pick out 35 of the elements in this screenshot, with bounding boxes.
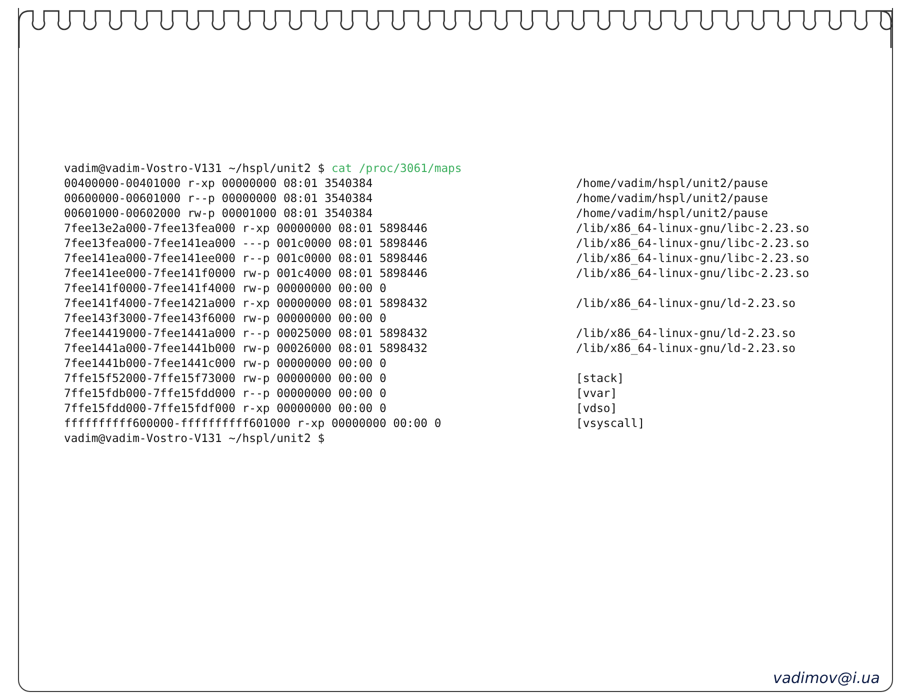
mapping-text: ffffffffff600000-ffffffffff601000 r-xp 00000000 00:00 0 [64, 416, 442, 431]
signature-text: vadimov@i.ua [772, 669, 880, 687]
path-text: /lib/x86_64-linux-gnu/ld-2.23.so [576, 341, 796, 356]
path-text: /home/vadim/hspl/unit2/pause [576, 191, 770, 206]
path-text: /lib/x86_64-linux-gnu/libc-2.23.so [576, 221, 810, 236]
prompt-text: vadim@vadim-Vostro-V131 ~/hspl/unit2 $ [64, 161, 325, 175]
path-text: [stack] [576, 371, 626, 386]
mapping-text: 7fee1441b000-7fee1441c000 rw-p 00000000 00:00 0 [64, 356, 388, 371]
mapping-text: 7fee143f3000-7fee143f6000 rw-p 00000000 00:00 0 [64, 311, 388, 326]
mapping-text: 7ffe15fdd000-7ffe15fdf000 r-xp 00000000 00:00 0 [64, 401, 388, 416]
path-text: [vsyscall] [576, 416, 646, 431]
mapping-text: 7fee141ea000-7fee141ee000 r--p 001c0000 08:01 5898446 [64, 251, 428, 266]
path-text: [vvar] [576, 386, 618, 401]
path-text: /home/vadim/hspl/unit2/pause [576, 176, 770, 191]
path-text: /lib/x86_64-linux-gnu/ld-2.23.so [576, 296, 796, 311]
mapping-text: 7fee13e2a000-7fee13fea000 r-xp 00000000 08:01 5898446 [64, 221, 428, 236]
mapping-text: 00600000-00601000 r--p 00000000 08:01 3540384 [64, 191, 374, 206]
path-text: /lib/x86_64-linux-gnu/libc-2.23.so [576, 251, 810, 266]
prompt-text: vadim@vadim-Vostro-V131 ~/hspl/unit2 $ [64, 431, 325, 445]
mapping-text: 00601000-00602000 rw-p 00001000 08:01 3540384 [64, 206, 374, 221]
path-text: /home/vadim/hspl/unit2/pause [576, 206, 770, 221]
path-text: /lib/x86_64-linux-gnu/libc-2.23.so [576, 236, 810, 251]
mapping-text: 00400000-00401000 r-xp 00000000 08:01 3540384 [64, 176, 374, 191]
mapping-text: 7fee1441a000-7fee1441b000 rw-p 00026000 08:01 5898432 [64, 341, 428, 356]
mapping-text: 7fee141f4000-7fee1421a000 r-xp 00000000 08:01 5898432 [64, 296, 428, 311]
mapping-text: 7fee141f0000-7fee141f4000 rw-p 00000000 00:00 0 [64, 281, 388, 296]
path-text: /lib/x86_64-linux-gnu/ld-2.23.so [576, 326, 796, 341]
mapping-text: 7ffe15fdb000-7ffe15fdd000 r--p 00000000 00:00 0 [64, 386, 388, 401]
path-text: [vdso] [576, 401, 618, 416]
mapping-text: 7fee141ee000-7fee141f0000 rw-p 001c4000 08:01 5898446 [64, 266, 428, 281]
mapping-text: 7fee13fea000-7fee141ea000 ---p 001c0000 08:01 5898446 [64, 236, 428, 251]
mapping-text: 7ffe15f52000-7ffe15f73000 rw-p 00000000 00:00 0 [64, 371, 388, 386]
mapping-text: 7fee14419000-7fee1441a000 r--p 00025000 08:01 5898432 [64, 326, 428, 341]
command-text: cat /proc/3061/maps [331, 161, 462, 175]
path-text: /lib/x86_64-linux-gnu/libc-2.23.so [576, 266, 810, 281]
